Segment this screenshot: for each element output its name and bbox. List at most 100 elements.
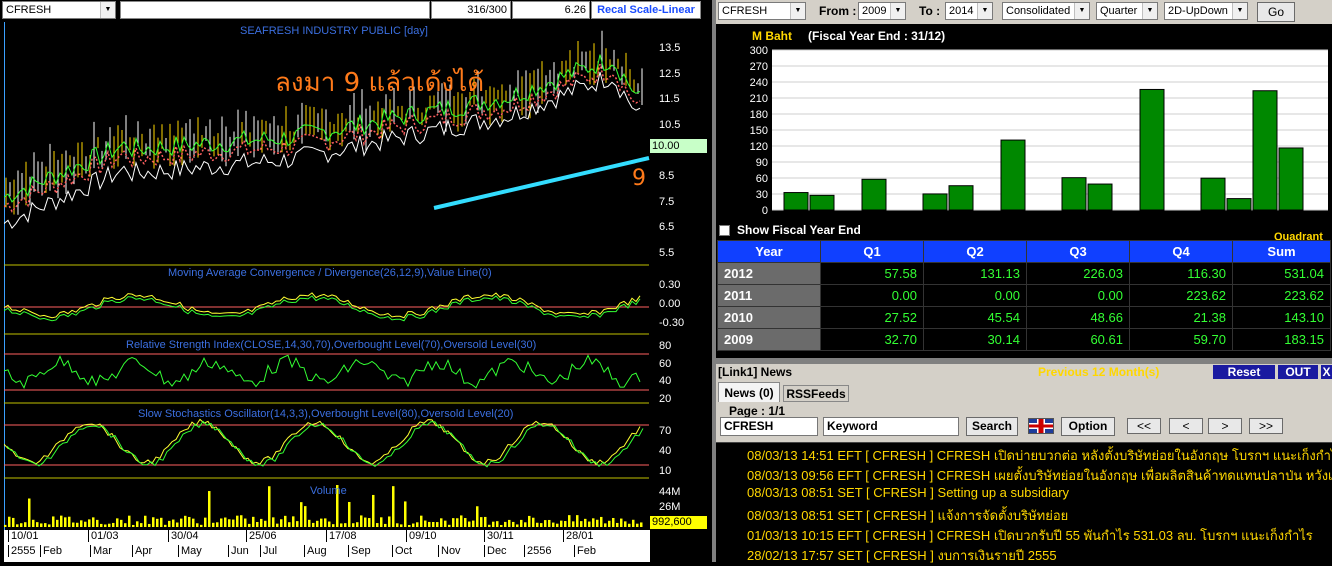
volume-bar: [472, 520, 475, 527]
volume-bar: [432, 521, 435, 527]
x-tick-label: 12: [872, 214, 883, 226]
chevron-down-icon[interactable]: ▼: [1142, 3, 1157, 19]
out-button[interactable]: OUT: [1278, 365, 1318, 379]
volume-bar: [244, 518, 247, 527]
volume-bar: [540, 523, 543, 527]
table-row: 2012 57.58 131.13 226.03 116.30 531.04: [717, 262, 1331, 285]
right-symbol-combo[interactable]: CFRESH ▼: [718, 2, 806, 20]
period-combo[interactable]: Quarter ▼: [1096, 2, 1158, 20]
news-item[interactable]: 08/03/13 08:51 SET [ CFRESH ] แจ้งการจัด…: [747, 505, 1068, 526]
volume-bar: [232, 519, 235, 527]
volume-bar: [104, 524, 107, 527]
view-combo[interactable]: 2D-UpDown ▼: [1164, 2, 1248, 20]
last-value: 6.26: [564, 4, 586, 16]
volume-bar: [460, 515, 463, 527]
next-page-button[interactable]: >: [1208, 418, 1242, 434]
close-button[interactable]: X: [1321, 365, 1332, 379]
volume-bar: [528, 515, 531, 527]
volume-bar: [204, 517, 207, 527]
to-year: 2014: [949, 5, 974, 17]
volume-bar: [496, 521, 499, 527]
to-label: To :: [919, 4, 941, 18]
month-tick-label: 2556: [524, 545, 551, 557]
volume-bar: [228, 519, 231, 527]
price-chart-title: SEAFRESH INDUSTRY PUBLIC [day]: [240, 25, 428, 37]
volume-bar: [500, 524, 503, 527]
volume-bar: [396, 523, 399, 527]
y-tick-label: 240: [750, 77, 768, 89]
volume-bar: [376, 523, 379, 527]
volume-bar: [240, 515, 243, 527]
stochastic-title: Slow Stochastics Oscillator(14,3,3),Over…: [138, 408, 514, 420]
chevron-down-icon[interactable]: ▼: [1074, 3, 1089, 19]
volume-bar: [412, 523, 415, 527]
x-tick-label: 11: [985, 214, 996, 225]
table-header-cell: Q3: [1026, 240, 1130, 263]
left-symbol-combo[interactable]: CFRESH ▼: [2, 1, 116, 19]
reset-button[interactable]: Reset: [1213, 365, 1275, 379]
chevron-down-icon[interactable]: ▼: [890, 3, 905, 19]
volume-bar: [272, 517, 275, 527]
show-fiscal-checkbox[interactable]: [719, 225, 730, 236]
news-item[interactable]: 28/02/13 17:57 SET [ CFRESH ] งบการเงินร…: [747, 545, 1057, 566]
x-tick-label: 11: [1124, 214, 1135, 225]
option-button[interactable]: Option: [1061, 417, 1115, 436]
right-symbol: CFRESH: [722, 5, 768, 17]
page-indicator: Page : 1/1: [729, 404, 786, 418]
volume-bar: [56, 519, 59, 527]
y-tick-label: 80: [659, 340, 672, 352]
from-year-combo[interactable]: 2009 ▼: [858, 2, 906, 20]
macd-title: Moving Average Convergence / Divergence(…: [168, 267, 492, 279]
y-tick-label: 40: [659, 375, 672, 388]
recal-scale-button[interactable]: Recal Scale-Linear: [591, 1, 701, 19]
news-item[interactable]: 01/03/13 10:15 EFT [ CFRESH ] CFRESH เปิ…: [747, 525, 1313, 546]
keyword-input[interactable]: Keyword: [823, 417, 959, 436]
chevron-down-icon[interactable]: ▼: [977, 3, 992, 19]
date-tick-label: 30/04: [168, 530, 199, 542]
news-item[interactable]: 08/03/13 09:56 EFT [ CFRESH ] CFRESH เผย…: [747, 465, 1332, 486]
value-cell: 32.70: [820, 328, 924, 351]
volume-bar: [112, 522, 115, 527]
uk-flag-icon[interactable]: [1028, 418, 1054, 434]
bar: [1087, 183, 1113, 211]
tab-rss[interactable]: RSSFeeds: [783, 385, 849, 402]
news-symbol-input[interactable]: CFRESH: [720, 417, 818, 436]
last-page-button[interactable]: >>: [1249, 418, 1283, 434]
volume-bar: [316, 520, 319, 527]
go-button[interactable]: Go: [1257, 2, 1295, 22]
prev-page-button[interactable]: <: [1169, 418, 1203, 434]
volume-bar: [180, 518, 183, 527]
month-tick-label: Nov: [438, 545, 461, 557]
bar: [1226, 198, 1252, 211]
bar: [1000, 139, 1026, 211]
y-tick-label: 0.30: [659, 279, 681, 291]
to-year-combo[interactable]: 2014 ▼: [945, 2, 993, 20]
month-tick-label: Jul: [260, 545, 277, 557]
statement-type-combo[interactable]: Consolidated ▼: [1002, 2, 1090, 20]
value-cell: 21.38: [1129, 306, 1233, 329]
news-item[interactable]: 08/03/13 14:51 EFT [ CFRESH ] CFRESH เปิ…: [747, 445, 1332, 466]
volume-bar: [392, 486, 395, 527]
month-tick-label: Apr: [132, 545, 152, 557]
macd-signal-line: [4, 295, 641, 322]
bar: [1252, 90, 1278, 211]
volume-bar: [348, 501, 351, 527]
search-button[interactable]: Search: [966, 417, 1018, 436]
y-tick-label: 12.5: [659, 67, 681, 80]
news-item[interactable]: 08/03/13 08:51 SET [ CFRESH ] Setting up…: [747, 485, 1069, 500]
volume-bar: [120, 519, 123, 527]
chevron-down-icon[interactable]: ▼: [100, 2, 115, 18]
first-page-button[interactable]: <<: [1127, 418, 1161, 434]
tab-news[interactable]: News (0): [718, 382, 780, 402]
chevron-down-icon[interactable]: ▼: [790, 3, 805, 19]
date-tick-label: 25/06: [246, 530, 277, 542]
y-tick-label: 40: [659, 445, 672, 457]
chevron-down-icon[interactable]: ▼: [1232, 3, 1247, 19]
y-tick-label: 300: [750, 45, 768, 57]
value-cell: 223.62: [1232, 284, 1331, 307]
month-tick-label: Sep: [348, 545, 371, 557]
volume-bar: [636, 523, 639, 527]
y-tick-label: 270: [750, 61, 768, 73]
volume-bar: [324, 518, 327, 527]
volume-bar: [588, 521, 591, 527]
